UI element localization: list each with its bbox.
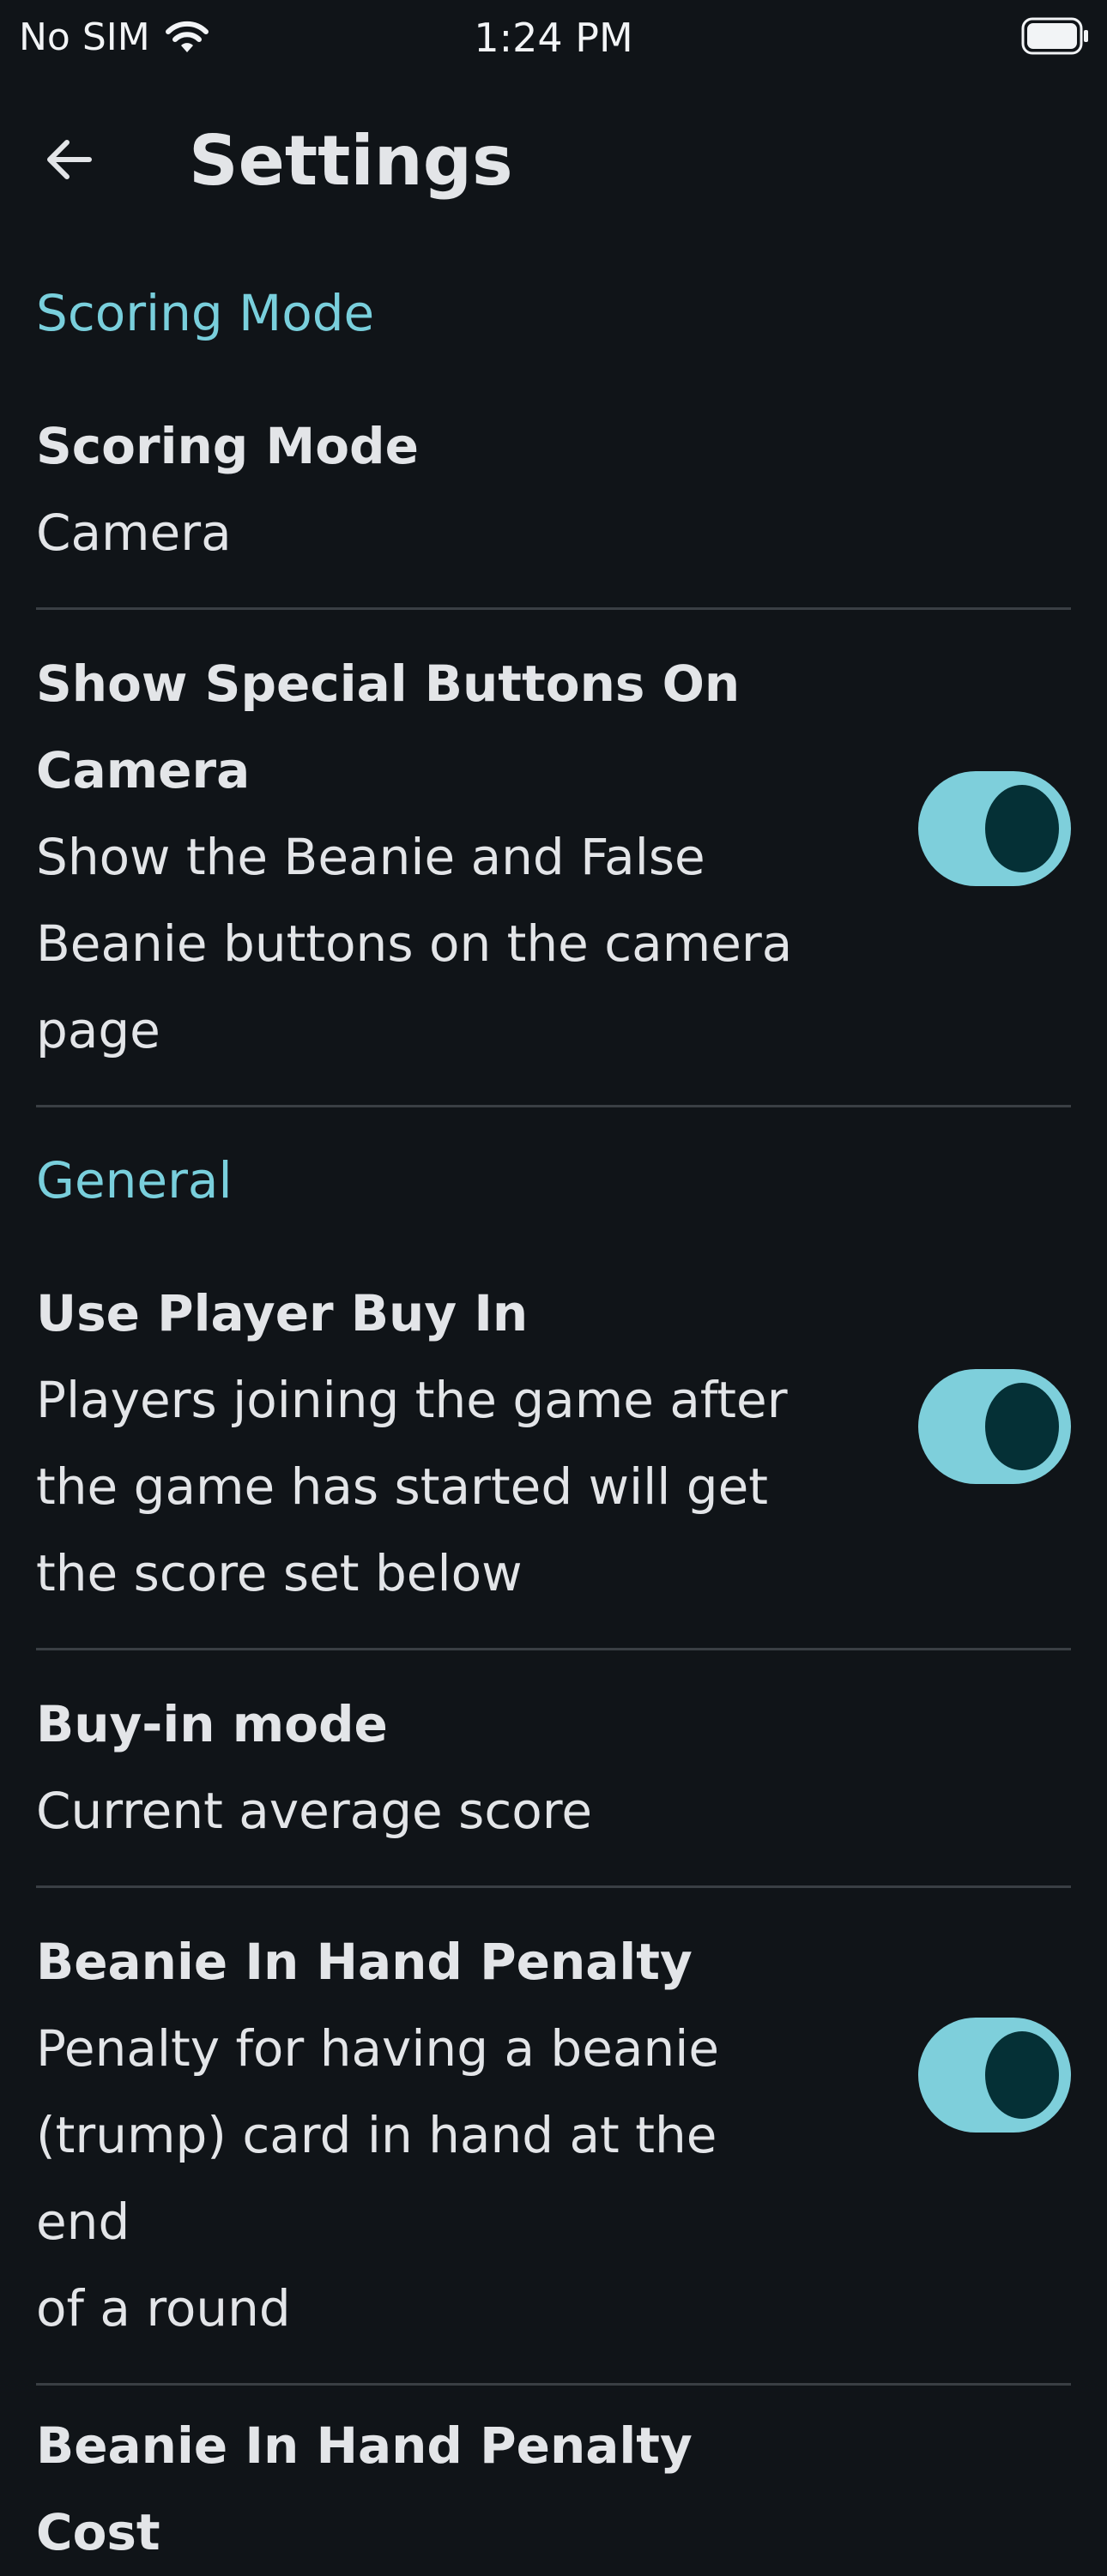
setting-description-line-3: of a round <box>36 2279 291 2338</box>
setting-title: Use Player Buy In <box>36 1284 529 1342</box>
setting-description-line-2: Beanie buttons on the camera <box>36 914 793 973</box>
setting-beanie-in-hand-penalty[interactable]: Beanie In Hand Penalty Penalty for havin… <box>36 1888 1071 2383</box>
back-button[interactable] <box>36 129 101 194</box>
player-buy-in-toggle[interactable] <box>918 1369 1071 1484</box>
setting-use-player-buy-in[interactable]: Use Player Buy In Players joining the ga… <box>36 1219 1071 1648</box>
setting-beanie-in-hand-penalty-text: Beanie In Hand Penalty Penalty for havin… <box>36 1919 808 2352</box>
toggle-thumb <box>985 2031 1059 2119</box>
section-header-general: General <box>36 1151 233 1210</box>
setting-scoring-mode-text: Scoring Mode Camera <box>36 403 808 576</box>
setting-show-special-buttons-text: Show Special Buttons On Camera Show the … <box>36 641 808 1074</box>
setting-scoring-mode[interactable]: Scoring Mode Camera <box>36 352 1071 607</box>
battery-icon <box>1021 17 1090 55</box>
setting-use-player-buy-in-text: Use Player Buy In Players joining the ga… <box>36 1270 808 1617</box>
setting-value: Camera <box>36 504 232 562</box>
setting-description-line-1: Show the Beanie and False <box>36 828 705 886</box>
settings-list: Scoring Mode Scoring Mode Camera Show Sp… <box>0 274 1107 2576</box>
setting-title: Beanie In Hand Penalty <box>36 1933 693 1991</box>
toggle-thumb <box>985 1383 1059 1470</box>
setting-title: Buy-in mode <box>36 1695 388 1753</box>
setting-title: Beanie In Hand Penalty Cost <box>36 2416 693 2561</box>
setting-description-line-2: (trump) card in hand at the end <box>36 2106 717 2251</box>
setting-buy-in-mode[interactable]: Buy-in mode Current average score <box>36 1650 1071 1885</box>
status-time: 1:24 PM <box>474 15 633 61</box>
app-bar: Settings <box>0 103 1107 214</box>
setting-beanie-in-hand-penalty-cost-text: Beanie In Hand Penalty Cost <box>36 2403 808 2576</box>
setting-description-line-3: the score set below <box>36 1544 523 1602</box>
setting-description-line-1: Players joining the game after <box>36 1371 788 1429</box>
setting-show-special-buttons[interactable]: Show Special Buttons On Camera Show the … <box>36 610 1071 1105</box>
setting-beanie-in-hand-penalty-cost[interactable]: Beanie In Hand Penalty Cost <box>36 2386 1071 2576</box>
setting-title-line-2: Camera <box>36 741 251 799</box>
setting-description-line-1: Penalty for having a beanie <box>36 2019 720 2078</box>
setting-description-line-3: page <box>36 1001 160 1059</box>
divider <box>36 1105 1071 1107</box>
arrow-left-icon <box>41 132 96 190</box>
status-bar: No SIM 1:24 PM <box>0 0 1107 75</box>
special-buttons-toggle[interactable] <box>918 771 1071 886</box>
setting-value: Current average score <box>36 1782 592 1840</box>
setting-description-line-2: the game has started will get <box>36 1457 769 1516</box>
section-header-scoring-mode: Scoring Mode <box>36 284 375 342</box>
beanie-penalty-toggle[interactable] <box>918 2018 1071 2133</box>
toggle-thumb <box>985 785 1059 872</box>
page-title: Settings <box>189 121 513 201</box>
setting-buy-in-mode-text: Buy-in mode Current average score <box>36 1681 808 1855</box>
setting-title: Scoring Mode <box>36 417 419 475</box>
setting-title-line-1: Show Special Buttons On <box>36 655 741 713</box>
